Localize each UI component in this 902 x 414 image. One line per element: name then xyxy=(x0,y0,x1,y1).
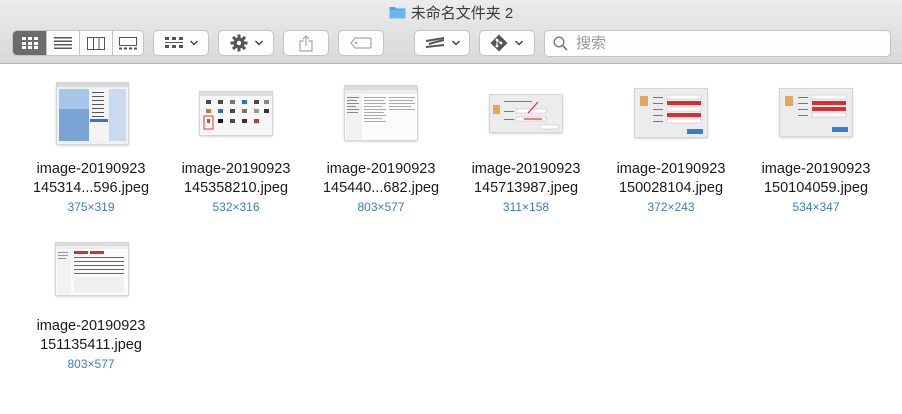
folder-icon xyxy=(389,7,406,19)
icon-grid-icon xyxy=(21,37,38,49)
gallery-view-button[interactable] xyxy=(112,31,143,55)
chevron-down-icon xyxy=(451,40,461,46)
file-grid: image-20190923 145314...596.jpeg 375×319… xyxy=(0,64,902,414)
file-name-line1: image-20190923 xyxy=(36,318,146,334)
sync-icon xyxy=(426,37,445,48)
list-view-button[interactable] xyxy=(46,31,79,55)
group-by-button[interactable] xyxy=(153,30,209,56)
file-name-line2: 145358210.jpeg xyxy=(183,180,289,196)
file-thumbnail xyxy=(490,95,562,132)
list-icon xyxy=(54,37,72,49)
file-name-line1: image-20190923 xyxy=(616,161,726,177)
file-dimensions: 532×316 xyxy=(212,200,260,214)
git-extension-button[interactable] xyxy=(479,30,535,56)
file-dimensions: 375×319 xyxy=(67,200,115,214)
file-name-line1: image-20190923 xyxy=(761,161,871,177)
window-title: 未命名文件夹 2 xyxy=(0,4,902,24)
file-thumbnail xyxy=(56,243,128,295)
column-view-button[interactable] xyxy=(79,31,112,55)
search-input[interactable] xyxy=(574,34,878,53)
gear-icon xyxy=(230,34,248,52)
file-name-line1: image-20190923 xyxy=(326,161,436,177)
search-field[interactable] xyxy=(544,30,891,57)
file-name-line1: image-20190923 xyxy=(181,161,291,177)
file-name-line2: 145713987.jpeg xyxy=(473,180,579,196)
gallery-icon xyxy=(119,36,137,49)
chevron-down-icon xyxy=(189,40,199,46)
file-name-line2: 151135411.jpeg xyxy=(40,337,142,353)
file-name-line2: 145314...596.jpeg xyxy=(32,180,150,196)
file-thumbnail xyxy=(345,86,417,140)
file-dimensions: 803×577 xyxy=(67,357,115,371)
sync-extension-button[interactable] xyxy=(414,30,470,56)
file-name-line2: 150104059.jpeg xyxy=(763,180,869,196)
file-name-line1: image-20190923 xyxy=(471,161,581,177)
icon-view-button[interactable] xyxy=(13,31,46,55)
file-dimensions: 372×243 xyxy=(647,200,695,214)
search-icon xyxy=(553,36,568,51)
group-grid-icon xyxy=(165,36,183,48)
share-button[interactable] xyxy=(283,30,329,56)
file-dimensions: 311×158 xyxy=(502,200,550,214)
share-icon xyxy=(299,34,313,52)
columns-icon xyxy=(87,36,105,50)
file-name-line2: 150028104.jpeg xyxy=(618,180,724,196)
file-thumbnail xyxy=(780,89,852,136)
window-title-text: 未命名文件夹 2 xyxy=(410,5,514,22)
tag-icon xyxy=(350,37,372,49)
window-toolbar: 未命名文件夹 2 xyxy=(0,0,902,64)
tag-button[interactable] xyxy=(338,30,384,56)
action-menu-button[interactable] xyxy=(218,30,274,56)
file-thumbnail xyxy=(200,92,272,135)
git-icon xyxy=(490,34,508,52)
file-name-line1: image-20190923 xyxy=(36,161,146,177)
chevron-down-icon xyxy=(514,40,524,46)
file-name-line2: 145440...682.jpeg xyxy=(322,180,440,196)
view-switcher xyxy=(12,30,144,56)
file-dimensions: 803×577 xyxy=(357,200,405,214)
file-dimensions: 534×347 xyxy=(792,200,840,214)
file-thumbnail xyxy=(57,83,128,144)
chevron-down-icon xyxy=(254,40,264,46)
file-thumbnail xyxy=(635,89,707,137)
